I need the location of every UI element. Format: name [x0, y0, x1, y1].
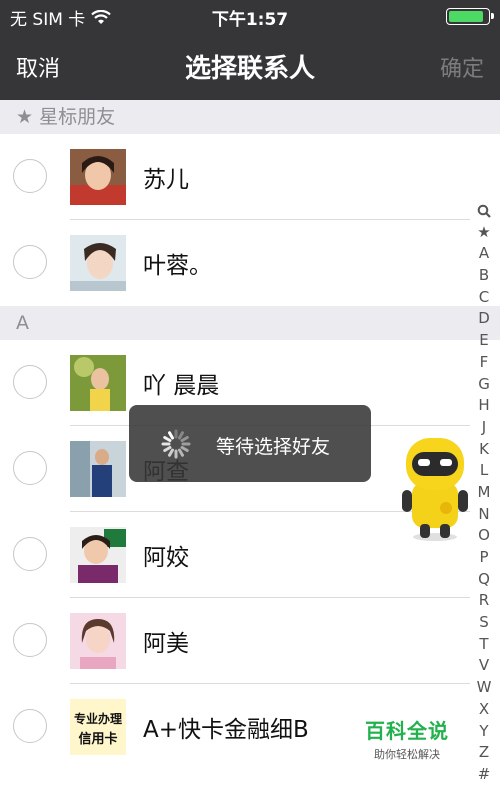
- spinner-spoke: [168, 448, 175, 457]
- watermark-title: 百科全说: [365, 719, 449, 743]
- spinner-icon: [161, 429, 191, 459]
- index-letter[interactable]: ★: [472, 222, 496, 244]
- index-letter[interactable]: #: [472, 764, 496, 786]
- index-letter[interactable]: H: [472, 395, 496, 417]
- status-bar: 无 SIM 卡 下午1:57: [0, 0, 500, 32]
- select-checkbox[interactable]: [13, 623, 47, 657]
- index-letter[interactable]: C: [472, 287, 496, 309]
- index-letter[interactable]: X: [472, 699, 496, 721]
- avatar: [70, 613, 126, 669]
- avatar: [70, 149, 126, 205]
- index-letter[interactable]: F: [472, 352, 496, 374]
- contact-row[interactable]: 苏儿: [0, 134, 470, 220]
- avatar: [70, 527, 126, 583]
- contact-name: 吖 晨晨: [143, 373, 220, 399]
- navigation-bar: 取消 选择联系人 确定: [0, 32, 500, 100]
- index-letter[interactable]: E: [472, 330, 496, 352]
- robot-mascot-icon: [402, 438, 468, 541]
- index-letter[interactable]: B: [472, 265, 496, 287]
- contact-name: 叶蓉。: [143, 253, 212, 279]
- avatar-text-line1: 专业办理: [74, 711, 122, 726]
- spinner-spoke: [163, 436, 172, 442]
- select-checkbox[interactable]: [13, 159, 47, 193]
- index-letter[interactable]: D: [472, 308, 496, 330]
- index-letter[interactable]: Z: [472, 742, 496, 764]
- index-letter[interactable]: K: [472, 439, 496, 461]
- spinner-spoke: [168, 431, 174, 440]
- select-checkbox[interactable]: [13, 451, 47, 485]
- contact-name: 阿美: [143, 631, 189, 657]
- select-checkbox[interactable]: [13, 365, 47, 399]
- spinner-spoke: [180, 436, 189, 442]
- contact-row[interactable]: 阿美: [0, 598, 470, 684]
- index-letter[interactable]: M: [472, 482, 496, 504]
- avatar-text-line2: 信用卡: [78, 731, 117, 747]
- index-search-icon[interactable]: [472, 200, 496, 222]
- index-letter[interactable]: T: [472, 634, 496, 656]
- loading-toast: 等待选择好友: [129, 405, 371, 482]
- battery-icon: [446, 8, 494, 25]
- alphabet-index[interactable]: ★ A B C D E F G H J K L M N O P Q R S T V W X Y Z #: [472, 200, 496, 786]
- index-letter[interactable]: Q: [472, 569, 496, 591]
- spinner-spoke: [163, 446, 172, 452]
- contact-row[interactable]: 叶蓉。: [0, 220, 470, 306]
- index-letter[interactable]: A: [472, 243, 496, 265]
- watermark: 百科全说 助你轻松解决: [365, 715, 449, 762]
- avatar: [70, 441, 126, 497]
- index-letter[interactable]: L: [472, 460, 496, 482]
- spinner-spoke: [178, 431, 184, 440]
- index-letter[interactable]: R: [472, 590, 496, 612]
- index-letter[interactable]: N: [472, 504, 496, 526]
- index-letter[interactable]: J: [472, 417, 496, 439]
- spinner-spoke: [180, 446, 189, 452]
- index-letter[interactable]: G: [472, 374, 496, 396]
- avatar: 专业办理 信用卡: [70, 699, 126, 755]
- contact-name: A+快卡金融细B: [143, 717, 309, 743]
- index-letter[interactable]: Y: [472, 721, 496, 743]
- confirm-button[interactable]: 确定: [440, 51, 484, 83]
- page-title: 选择联系人: [184, 54, 315, 84]
- battery-fill: [449, 11, 483, 22]
- contact-name: 苏儿: [143, 167, 189, 193]
- contact-name: 阿姣: [143, 545, 189, 571]
- index-letter[interactable]: O: [472, 525, 496, 547]
- avatar: [70, 355, 126, 411]
- section-header-a: A: [0, 306, 500, 340]
- index-letter[interactable]: P: [472, 547, 496, 569]
- index-letter[interactable]: W: [472, 677, 496, 699]
- section-header-starred: ★ 星标朋友: [0, 100, 500, 134]
- avatar: [70, 235, 126, 291]
- select-checkbox[interactable]: [13, 537, 47, 571]
- select-checkbox[interactable]: [13, 709, 47, 743]
- select-checkbox[interactable]: [13, 245, 47, 279]
- index-letter[interactable]: V: [472, 655, 496, 677]
- spinner-spoke: [178, 448, 184, 457]
- index-letter[interactable]: S: [472, 612, 496, 634]
- clock: 下午1:57: [211, 10, 289, 30]
- toast-text: 等待选择好友: [216, 436, 331, 458]
- watermark-subtitle: 助你轻松解决: [374, 748, 440, 761]
